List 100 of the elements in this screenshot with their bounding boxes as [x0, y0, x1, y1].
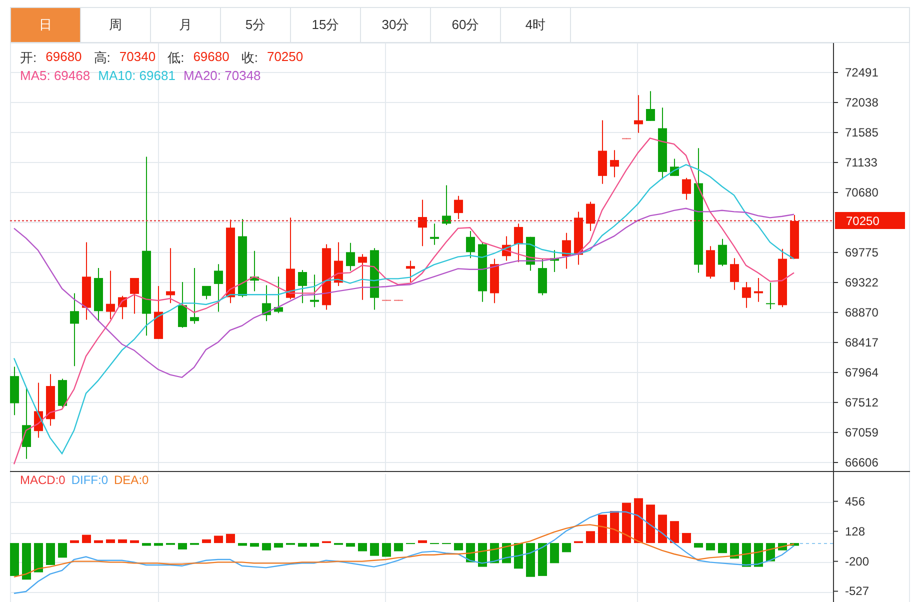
candlestick	[178, 281, 187, 328]
macd-bar	[22, 543, 31, 580]
candlestick	[94, 268, 103, 322]
macd-bar	[202, 539, 211, 544]
macd-bar	[214, 536, 223, 544]
macd-bar	[10, 543, 19, 576]
macd-bar	[610, 511, 619, 544]
candlestick	[346, 242, 355, 272]
candlestick	[718, 238, 727, 267]
macd-bar	[754, 543, 763, 567]
candlestick	[502, 236, 511, 262]
candlestick	[190, 268, 199, 324]
candlestick	[358, 254, 367, 300]
candlestick	[406, 260, 415, 282]
candlestick	[778, 248, 787, 308]
macd-bar	[622, 502, 631, 544]
candlestick	[154, 285, 163, 340]
macd-bar	[106, 539, 115, 544]
ohlc-value: 70340	[119, 49, 156, 66]
macd-bar	[250, 543, 259, 547]
macd-bar	[46, 543, 55, 565]
macd-bar	[358, 543, 367, 552]
ohlc-label: 开:	[20, 49, 37, 67]
macd-bar	[130, 540, 139, 544]
price-tick-label: 71133	[845, 155, 878, 170]
candlestick	[478, 242, 487, 302]
macd-bar	[154, 543, 163, 546]
moving-average-legend: MA10: 69681	[98, 68, 176, 83]
ohlc-value: 69680	[193, 49, 230, 66]
macd-tick-label: -527	[845, 584, 870, 598]
macd-bar	[598, 514, 607, 544]
macd-legend: MACD:0	[20, 473, 66, 487]
candlestick	[322, 244, 331, 310]
macd-bar	[514, 543, 523, 569]
candlestick	[298, 270, 307, 304]
price-tick-label: 68870	[845, 305, 878, 320]
candlestick	[550, 250, 559, 273]
candlestick	[10, 366, 19, 416]
candlestick	[574, 211, 583, 266]
candlestick	[790, 214, 799, 260]
candlestick	[706, 246, 715, 280]
candlestick	[46, 374, 55, 426]
macd-bar	[262, 543, 271, 550]
candlestick	[262, 284, 271, 322]
candlestick	[274, 276, 283, 314]
macd-bar	[454, 543, 463, 550]
macd-bar	[94, 540, 103, 544]
candlestick	[490, 258, 499, 304]
macd-tick-label: -200	[845, 554, 870, 568]
price-tick-label: 69775	[845, 245, 878, 260]
macd-bar	[34, 543, 43, 572]
macd-bar	[706, 543, 715, 550]
macd-bar	[658, 514, 667, 544]
moving-average-legend: MA5: 69468	[20, 68, 90, 83]
last-price-tag: 70250	[835, 212, 905, 229]
macd-bar	[58, 543, 67, 558]
macd-bar	[634, 498, 643, 544]
candlestick	[730, 258, 739, 290]
candlestick	[466, 230, 475, 259]
macd-bar	[418, 540, 427, 544]
candlestick	[622, 138, 631, 140]
macd-bar	[370, 543, 379, 556]
macd-bar	[526, 543, 535, 577]
macd-bar	[694, 543, 703, 548]
candlestick	[754, 278, 763, 302]
candlestick	[742, 281, 751, 308]
candlestick	[394, 299, 403, 302]
macd-bar	[646, 504, 655, 544]
candlestick	[310, 274, 319, 308]
candlestick	[250, 250, 259, 292]
macd-tick-label: 128	[845, 524, 866, 538]
candlestick	[130, 278, 139, 314]
price-tick-label: 72491	[845, 66, 878, 80]
macd-bar	[142, 543, 151, 546]
macd-bar	[574, 541, 583, 544]
candlestick	[586, 201, 595, 232]
macd-bar	[538, 543, 547, 576]
candlestick	[118, 295, 127, 320]
macd-legend: DEA:0	[114, 473, 149, 487]
macd-bar	[82, 534, 91, 544]
candlestick	[598, 120, 607, 184]
macd-bar	[586, 531, 595, 544]
candlestick	[766, 282, 775, 310]
macd-bar	[562, 543, 571, 552]
macd-legend: DIFF:0	[71, 473, 108, 487]
price-tick-label: 70680	[845, 186, 878, 200]
candlestick	[106, 270, 115, 320]
candlestick	[58, 378, 67, 408]
macd-bar	[118, 539, 127, 544]
ohlc-value: 70250	[266, 49, 304, 66]
macd-bar	[70, 540, 79, 544]
macd-bar	[346, 543, 355, 547]
candlestick	[418, 199, 427, 247]
candlestick	[670, 158, 679, 176]
macd-bar	[274, 543, 283, 548]
zero-line	[800, 543, 834, 544]
macd-bar	[298, 543, 307, 547]
candlestick	[166, 248, 175, 304]
candlestick	[214, 264, 223, 312]
macd-bar	[730, 543, 739, 559]
